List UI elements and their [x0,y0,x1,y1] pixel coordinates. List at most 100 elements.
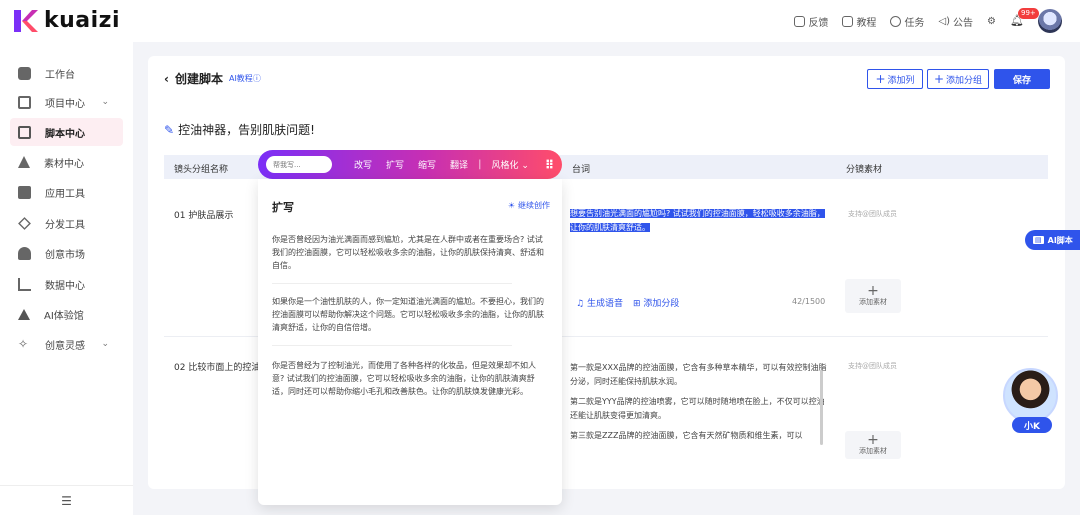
page-title: 创建脚本 [174,72,223,86]
ai-script-tab[interactable]: ▤ AI脚本 [1025,230,1080,250]
expand-option[interactable]: 你是否曾经因为油光满面而感到尴尬，尤其是在人群中或者在重要场合? 试试我们的控油… [272,233,546,272]
script-text-cell[interactable]: 想要告别油光满面的尴尬吗? 试试我们的控油面膜，轻松吸收多余油脂，让你的肌肤清爽… [570,207,832,235]
kuaizi-logo-icon [14,9,38,32]
sidebar-item-label: 素材中心 [44,158,84,170]
sidebar-item-label: 工作台 [45,69,75,81]
row-actions: ♫ 生成语音 ⊞ 添加分段 [576,296,679,309]
brand-name: kuaizi [44,8,121,33]
add-segment-button[interactable]: ⊞ 添加分段 [633,296,679,309]
sidebar-item-market[interactable]: 创意市场 [10,239,123,267]
script-text-cell[interactable]: 第一款是XXX品牌的控油面膜，它含有多种草本精华，可以有效控制油脂分泌，同时还能… [570,361,832,449]
tutorial-label: 教程 [856,17,877,29]
back-button[interactable]: ‹ 创建脚本 AI教程ⓘ [164,70,261,87]
char-count: 42/1500 [792,297,826,306]
sidebar-item-inspiration[interactable]: ✧ 创意灵感 ⌄ [10,330,123,358]
selected-script-text: 想要告别油光满面的尴尬吗? 试试我们的控油面膜，轻松吸收多余油脂，让你的肌肤清爽… [570,209,825,232]
workbench-icon [18,66,31,80]
sidebar-item-projects[interactable]: 项目中心 ⌄ [10,88,123,116]
feedback-label: 反馈 [808,17,829,29]
toolbar-divider: | [478,159,482,170]
notification-button[interactable]: 🔔︎ 99+ [1010,8,1039,28]
feedback-icon [794,15,806,27]
sidebar-item-apps[interactable]: 应用工具 [10,178,123,206]
sidebar-item-label: 数据中心 [45,280,85,292]
column-header-script: 台词 [572,165,591,175]
add-group-label: 添加分组 [946,75,983,86]
rewrite-button[interactable]: 改写 [354,158,372,171]
stylize-dropdown[interactable]: 风格化 ⌄ [491,158,528,171]
sidebar-item-label: 创意市场 [45,249,85,261]
sidebar-item-scripts[interactable]: 脚本中心 [10,118,123,146]
menu-icon: ☰ [61,493,72,508]
script-title[interactable]: ✎ 控油神器，告别肌肤问题! [164,121,315,138]
layers-icon [18,216,31,230]
notification-badge: 99+ [1018,8,1039,19]
feedback-button[interactable]: 反馈 [794,14,828,29]
expand-result-panel: 扩写 ☀ 继续创作 你是否曾经因为油光满面而感到尴尬，尤其是在人群中或者在重要场… [258,179,562,505]
assistant-label[interactable]: 小K [1012,417,1052,433]
sidebar-item-workbench[interactable]: 工作台 [10,59,123,87]
task-label: 任务 [904,17,925,29]
add-material-button[interactable]: + 添加素材 [845,431,901,459]
settings-button[interactable]: ⚙ [987,16,996,27]
chevron-down-icon: ⌄ [101,97,109,107]
script-line: 第一款是XXX品牌的控油面膜，它含有多种草本精华，可以有效控制油脂分泌，同时还能… [570,363,827,386]
material-hint[interactable]: 支持@团队成员 [848,361,897,371]
chart-icon [18,277,31,291]
add-material-button[interactable]: + 添加素材 [845,279,901,313]
ai-script-label: AI脚本 [1047,235,1073,245]
settings-icon: ⚙ [987,15,996,27]
sidebar-item-label: 脚本中心 [45,128,85,140]
tutorial-button[interactable]: 教程 [842,14,876,29]
sidebar-item-label: 项目中心 [45,98,85,110]
sidebar-item-distribution[interactable]: 分发工具 [10,209,123,237]
announcement-label: 公告 [953,17,974,29]
row-group-name[interactable]: 01 护肤品展示 [174,208,233,221]
ai-prompt-input[interactable] [266,156,332,173]
add-segment-label: 添加分段 [643,299,680,309]
option-divider [272,283,512,284]
tutorial-icon [842,15,854,27]
ai-tutorial-link[interactable]: AI教程ⓘ [229,73,261,84]
add-column-button[interactable]: + 添加列 [867,69,923,89]
generate-voice-label: 生成语音 [586,299,623,309]
header-actions: 反馈 教程 任务 ◁) 公告 ⚙ 🔔︎ 99+ [794,8,1062,33]
material-icon [18,156,30,168]
sidebar-item-data[interactable]: 数据中心 [10,270,123,298]
script-scrollbar[interactable] [820,370,823,445]
market-icon [18,246,31,260]
save-label: 保存 [1012,75,1031,86]
expand-button[interactable]: 扩写 [386,158,404,171]
help-icon: ⓘ [252,74,261,83]
sidebar-item-materials[interactable]: 素材中心 [10,148,123,176]
ai-writing-toolbar: 改写 扩写 缩写 翻译 | 风格化 ⌄ ⠿ [258,150,562,179]
brand-logo[interactable]: kuaizi [14,8,120,33]
shorten-button[interactable]: 缩写 [418,158,436,171]
chevron-down-icon: ⌄ [101,339,109,349]
continue-writing-button[interactable]: ☀ 继续创作 [508,200,550,211]
column-header-material: 分镜素材 [846,165,883,175]
assistant-avatar[interactable] [1003,368,1058,423]
add-group-button[interactable]: + 添加分组 [927,69,989,89]
user-avatar[interactable] [1038,9,1062,33]
expand-option[interactable]: 如果你是一个油性肌肤的人，你一定知道油光满面的尴尬。不要担心，我们的控油面膜可以… [272,295,546,334]
announcement-button[interactable]: ◁) 公告 [938,14,973,29]
translate-button[interactable]: 翻译 [450,158,468,171]
task-button[interactable]: 任务 [890,14,924,29]
collapse-sidebar-button[interactable]: ☰ [0,485,133,515]
generate-voice-button[interactable]: ♫ 生成语音 [576,296,623,309]
material-hint[interactable]: 支持@团队成员 [848,209,897,219]
app-tool-icon [18,185,31,199]
sparkle-icon: ✧ [18,336,29,351]
save-button[interactable]: 保存 [994,69,1050,89]
task-icon [890,15,902,27]
ai-lab-icon [18,308,30,320]
add-material-label: 添加素材 [859,447,887,455]
row-group-name[interactable]: 02 比较市面上的控油产 [174,360,260,373]
sidebar-item-label: 创意灵感 [45,340,85,352]
sidebar-item-ai-lab[interactable]: AI体验馆 [10,300,123,328]
script-line: 第三款是ZZZ品牌的控油面膜，它含有天然矿物质和维生素，可以 [570,431,803,440]
expand-option[interactable]: 你是否曾经为了控制油光，而使用了各种各样的化妆品，但是效果却不如人意? 试试我们… [272,359,546,398]
ai-tutorial-label: AI教程 [228,74,253,83]
drag-handle-icon[interactable]: ⠿ [545,158,554,172]
